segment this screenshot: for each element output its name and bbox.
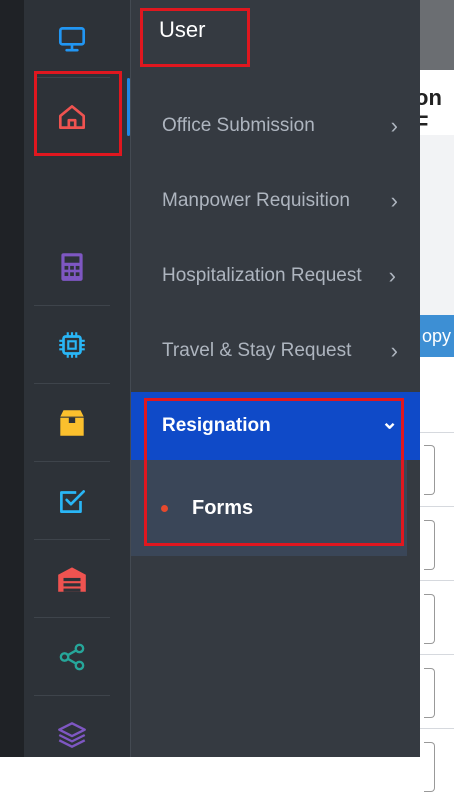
monitor-icon [58,26,86,51]
active-rail-indicator [127,78,130,136]
background-divider [420,654,454,655]
calculator-icon [61,252,83,281]
background-panel [420,135,454,315]
rail-item-share[interactable] [34,618,110,696]
chevron-right-icon: › [390,113,398,138]
highlight-box-home [34,71,122,156]
chevron-right-icon: › [390,188,398,213]
share-icon [59,643,85,670]
rail-item-calculator[interactable] [34,228,110,306]
rail-item-empty [34,156,110,234]
rail-item-layers[interactable] [34,696,110,774]
rail-item-checkbox[interactable] [34,462,110,540]
checkbox-icon [60,489,86,513]
rail-item-warehouse[interactable] [34,540,110,618]
menu-item-office-submission[interactable]: Office Submission › [131,92,420,160]
menu-item-travel-stay-request[interactable]: Travel & Stay Request › [131,317,420,385]
window-edge [0,0,24,757]
background-copy-button[interactable]: opy [420,315,454,357]
chevron-right-icon: › [390,338,398,363]
background-divider [420,728,454,729]
rail-item-chip[interactable] [34,306,110,384]
background-divider [420,506,454,507]
menu-item-label: Office Submission [162,115,315,136]
layers-icon [58,722,86,748]
highlight-box-title [140,8,250,67]
background-heading: on F [415,85,442,136]
rail-item-box[interactable] [34,384,110,462]
background-field[interactable] [424,742,435,792]
chevron-right-icon: › [388,263,396,288]
background-divider [420,432,454,433]
menu-item-manpower-requisition[interactable]: Manpower Requisition › [131,167,420,235]
menu-item-label: Hospitalization Request [162,265,362,286]
background-field[interactable] [424,520,435,570]
menu-item-label: Manpower Requisition [162,190,350,211]
highlight-box-resignation [144,398,404,546]
background-field[interactable] [424,445,435,495]
chip-icon [59,331,85,358]
background-field[interactable] [424,594,435,644]
warehouse-icon [58,566,86,592]
background-divider [420,580,454,581]
menu-item-label: Travel & Stay Request [162,340,352,361]
box-icon [60,409,84,436]
background-field[interactable] [424,668,435,718]
background-topbar [420,0,454,70]
menu-item-hospitalization-request[interactable]: Hospitalization Request › [131,242,420,310]
rail-item-monitor[interactable] [34,0,110,78]
